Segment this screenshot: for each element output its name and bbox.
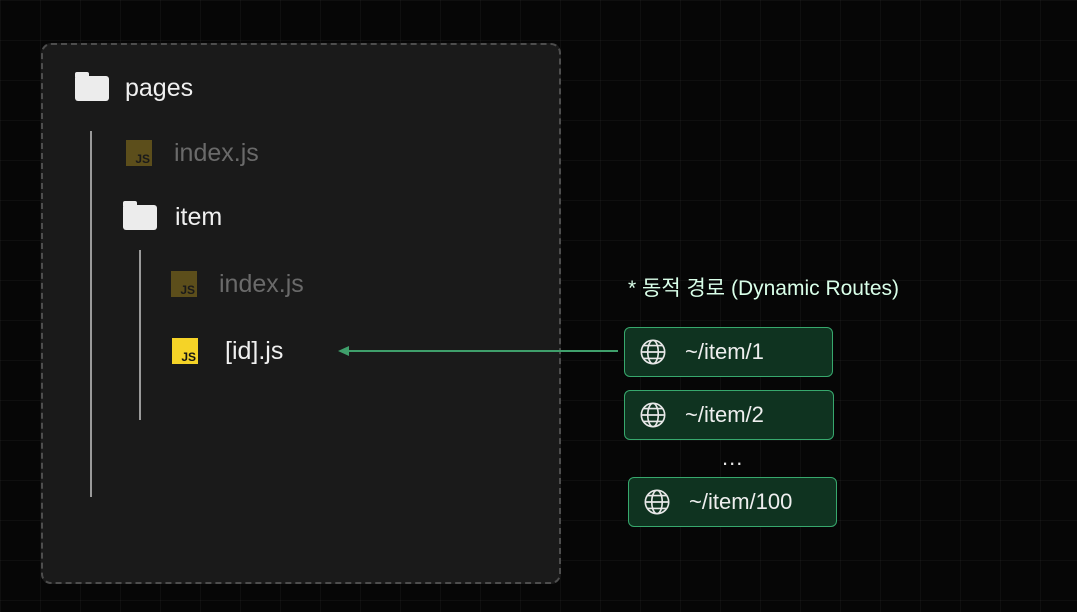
globe-icon [640,339,666,365]
arrow-left-icon [338,346,618,356]
route-ellipsis: ... [722,445,744,470]
route-item-2[interactable]: ~/item/2 [624,390,834,440]
globe-icon [640,402,666,428]
route-text: ~/item/100 [689,489,793,514]
route-text: ~/item/1 [685,339,764,364]
route-text: ~/item/2 [685,402,764,427]
dynamic-routes-caption: * 동적 경로 (Dynamic Routes) [628,277,899,300]
globe-icon [644,489,670,515]
route-item-100[interactable]: ~/item/100 [628,477,837,527]
route-item-1[interactable]: ~/item/1 [624,327,833,377]
